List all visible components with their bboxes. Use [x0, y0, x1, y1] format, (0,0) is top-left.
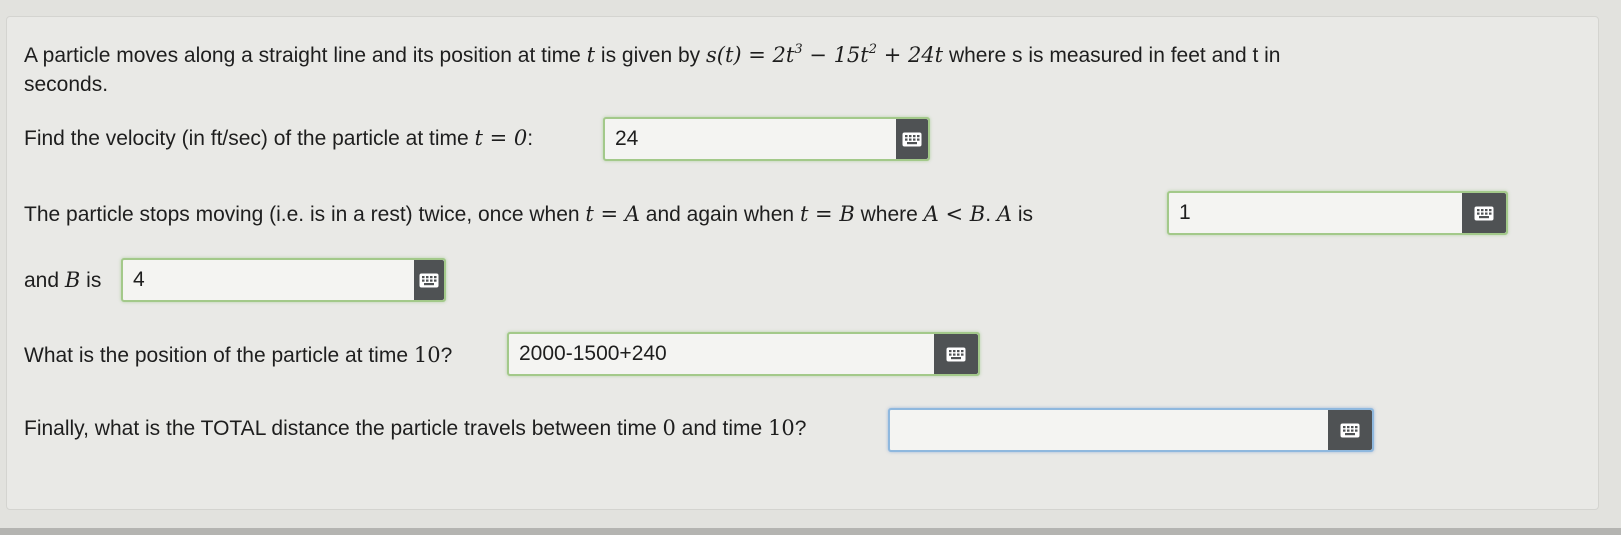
keypad-button[interactable]: [896, 119, 928, 159]
distance-question: Finally, what is the TOTAL distance the …: [24, 416, 807, 440]
velocity-answer-box: [603, 117, 930, 161]
position-formula: s(t) = 2t3 − 15t2 + 24t: [705, 42, 944, 67]
time-b-input[interactable]: [123, 260, 414, 300]
position-answer-box: [507, 332, 980, 376]
time-a-answer-box: [1167, 191, 1508, 235]
intro-text: A particle moves along a straight line a…: [24, 44, 587, 67]
keypad-button[interactable]: [934, 334, 978, 374]
keypad-button[interactable]: [1328, 410, 1372, 450]
cropped-note-edge: [0, 528, 1621, 535]
question-intro-cont: seconds.: [24, 73, 109, 96]
velocity-input[interactable]: [605, 119, 896, 159]
keyboard-icon: [1474, 206, 1494, 220]
keyboard-icon: [419, 273, 439, 287]
keypad-button[interactable]: [414, 260, 444, 300]
question-intro: A particle moves along a straight line a…: [24, 40, 1280, 71]
keyboard-icon: [902, 132, 922, 146]
time-a-input[interactable]: [1169, 193, 1462, 233]
rest-question-b: and B is: [24, 268, 102, 292]
intro-text: is given by: [595, 44, 706, 67]
distance-answer-box: [888, 408, 1374, 452]
keyboard-icon: [946, 347, 966, 361]
position-input[interactable]: [509, 334, 934, 374]
velocity-question: Find the velocity (in ft/sec) of the par…: [24, 126, 534, 150]
rest-question: The particle stops moving (i.e. is in a …: [24, 202, 1034, 226]
time-b-answer-box: [121, 258, 446, 302]
distance-input[interactable]: [890, 410, 1328, 450]
keyboard-icon: [1340, 423, 1360, 437]
intro-text: where s is measured in feet and t in: [943, 44, 1281, 67]
keypad-button[interactable]: [1462, 193, 1506, 233]
position-question: What is the position of the particle at …: [24, 343, 453, 367]
intro-variable: t: [586, 43, 596, 67]
